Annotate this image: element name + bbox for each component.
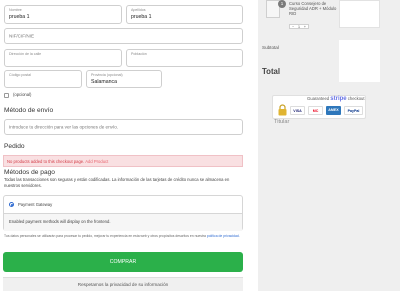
shipping-placeholder: Introduce tu dirección para ver las opci… bbox=[9, 124, 119, 130]
error-message: No products added to this checkout page. bbox=[7, 159, 86, 164]
visa-card-icon: VISA bbox=[290, 106, 305, 115]
trust-badge-title: Guaranteed stripe checkout bbox=[307, 96, 365, 102]
lock-icon bbox=[278, 103, 287, 116]
nombre-field[interactable]: Nombre prueba 1 bbox=[4, 5, 122, 24]
trust-badge: Guaranteed stripe checkout VISA MC AMEX … bbox=[272, 95, 366, 119]
comprar-button[interactable]: COMPRAR bbox=[3, 252, 243, 272]
trust-suffix: checkout bbox=[346, 96, 365, 101]
titular-label: Titular bbox=[274, 119, 290, 125]
provincia-label: Provincia (opcional) bbox=[91, 73, 123, 77]
payment-gateway-box: Payment Gateway Enabled payment methods … bbox=[3, 195, 243, 231]
nombre-label: Nombre bbox=[9, 8, 22, 12]
total-label: Total bbox=[262, 67, 281, 76]
optional-checkbox-label: (opcional) bbox=[13, 92, 32, 97]
stepper-plus-button[interactable]: + bbox=[304, 25, 306, 29]
payment-gateway-note: Enabled payment methods will display on … bbox=[9, 219, 111, 224]
product-name: Curso Consejero de Seguridad ADR + Módul… bbox=[289, 1, 337, 17]
order-error-notice: No products added to this checkout page.… bbox=[3, 155, 243, 167]
product-quantity-badge: 1 bbox=[278, 0, 286, 8]
privacy-notice-text: Tus datos personales se utilizarán para … bbox=[4, 234, 207, 238]
privacy-policy-link[interactable]: política de privacidad. bbox=[207, 234, 240, 238]
subtotal-label: Subtotal bbox=[262, 45, 279, 50]
payment-gateway-label: Payment Gateway bbox=[18, 202, 53, 207]
payment-gateway-note-area: Enabled payment methods will display on … bbox=[4, 214, 242, 231]
product-price-box bbox=[339, 0, 380, 28]
shipping-options-box: Introduce tu dirección para ver las opci… bbox=[4, 119, 243, 135]
mastercard-icon: MC bbox=[308, 106, 323, 115]
trust-prefix: Guaranteed bbox=[307, 96, 331, 101]
totals-value-box bbox=[339, 40, 380, 82]
privacy-notice: Tus datos personales se utilizarán para … bbox=[4, 234, 244, 239]
stepper-minus-button[interactable]: − bbox=[292, 25, 294, 29]
add-product-link[interactable]: Add Product bbox=[85, 159, 108, 164]
order-heading: Pedido bbox=[4, 143, 25, 150]
amex-card-icon: AMEX bbox=[326, 106, 341, 115]
paypal-icon: PayPal bbox=[344, 106, 363, 115]
stepper-value: 1 bbox=[297, 24, 300, 29]
codigo-postal-field[interactable]: Código postal bbox=[4, 70, 82, 88]
apellidos-field[interactable]: Apellidos prueba 1 bbox=[126, 5, 243, 24]
shipping-heading: Método de envío bbox=[4, 107, 54, 114]
stripe-logo: stripe bbox=[330, 96, 347, 102]
payment-heading: Métodos de pago bbox=[4, 169, 55, 176]
quantity-stepper[interactable]: − 1 + bbox=[289, 24, 309, 29]
codigo-postal-label: Código postal bbox=[9, 73, 31, 77]
nif-placeholder: NIF/CIF/NIE bbox=[9, 33, 35, 39]
apellidos-label: Apellidos bbox=[131, 8, 146, 12]
optional-checkbox[interactable] bbox=[4, 93, 9, 98]
direccion-field[interactable]: Dirección de la calle bbox=[4, 49, 122, 67]
order-error-text: No products added to this checkout page.… bbox=[7, 159, 108, 164]
apellidos-value: prueba 1 bbox=[131, 14, 152, 20]
poblacion-label: Población bbox=[131, 52, 147, 56]
nombre-value: prueba 1 bbox=[9, 14, 30, 20]
direccion-label: Dirección de la calle bbox=[9, 52, 42, 56]
payment-gateway-radio[interactable] bbox=[9, 202, 14, 207]
payment-secure-text: Todas las transacciones son seguras y es… bbox=[4, 177, 230, 188]
poblacion-field[interactable]: Población bbox=[126, 49, 243, 67]
privacy-respect-bar: Respetamos la privacidad de su informaci… bbox=[3, 277, 243, 291]
nif-field[interactable]: NIF/CIF/NIE bbox=[4, 28, 243, 44]
provincia-select[interactable]: Provincia (opcional) Salamanca bbox=[86, 70, 162, 88]
provincia-value: Salamanca bbox=[91, 79, 117, 85]
